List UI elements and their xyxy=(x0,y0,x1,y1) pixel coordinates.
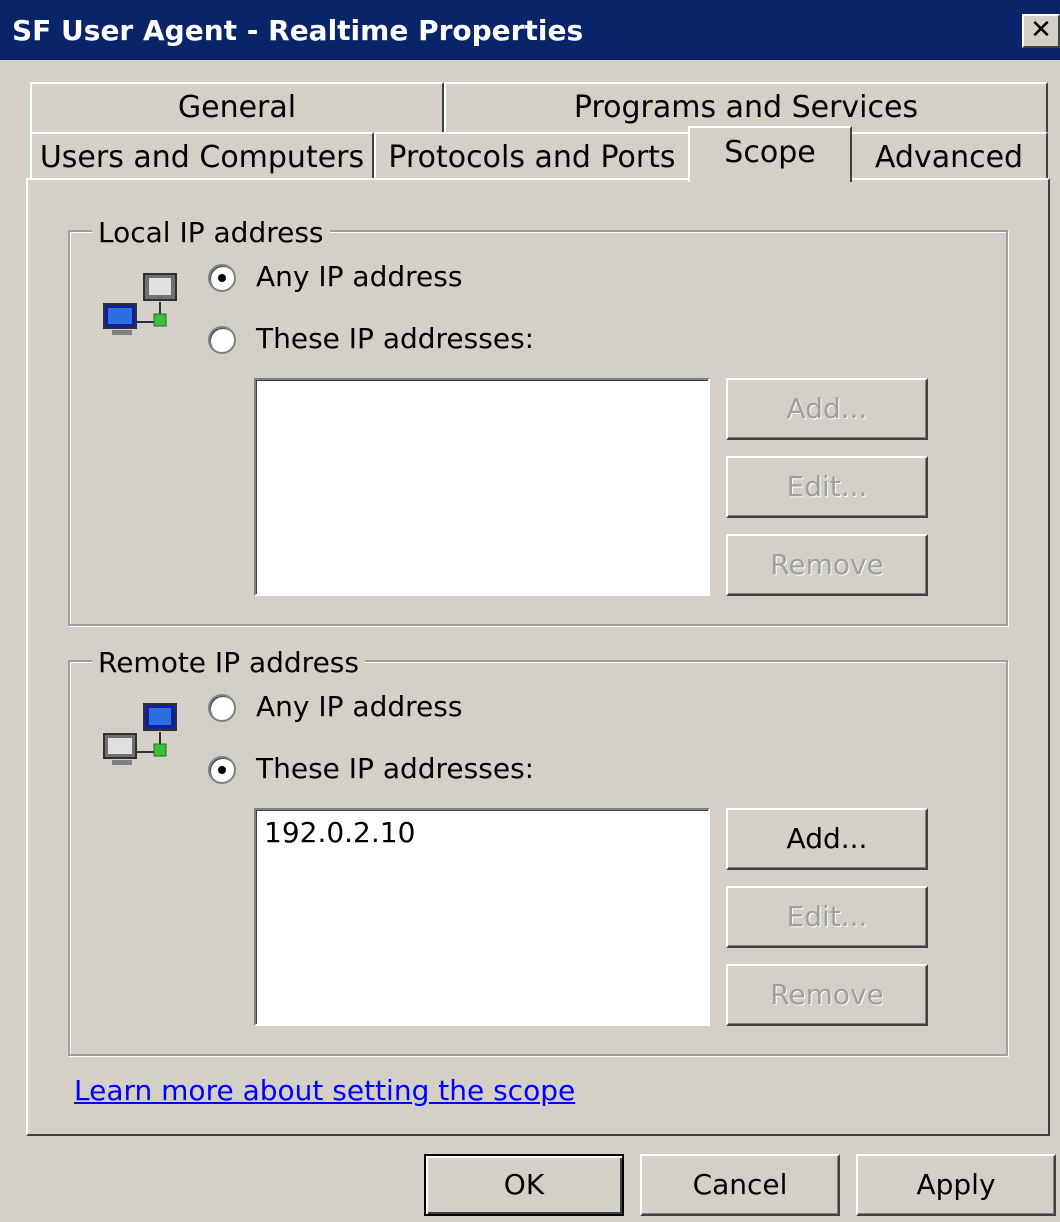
list-item[interactable]: 192.0.2.10 xyxy=(264,816,415,849)
remote-these-ip-label[interactable]: These IP addresses: xyxy=(256,752,534,785)
local-add-button[interactable]: Add... xyxy=(726,378,928,440)
local-edit-button[interactable]: Edit... xyxy=(726,456,928,518)
network-computers-icon xyxy=(103,703,177,765)
tab-users-label: Users and Computers xyxy=(39,140,365,175)
tab-programs-label: Programs and Services xyxy=(573,90,919,125)
tab-general[interactable]: General xyxy=(30,82,444,132)
network-computers-icon xyxy=(103,273,177,335)
remote-any-ip-radio[interactable] xyxy=(208,694,236,722)
cancel-button[interactable]: Cancel xyxy=(640,1154,840,1216)
tab-advanced-label: Advanced xyxy=(874,140,1024,175)
local-any-ip-radio[interactable] xyxy=(208,264,236,292)
close-icon: ✕ xyxy=(1030,15,1052,45)
local-any-ip-label[interactable]: Any IP address xyxy=(256,260,462,293)
remote-edit-button[interactable]: Edit... xyxy=(726,886,928,948)
radio-selected-dot xyxy=(218,766,226,774)
remote-add-button[interactable]: Add... xyxy=(726,808,928,870)
local-ip-group-label: Local IP address xyxy=(92,216,330,249)
tab-advanced[interactable]: Advanced xyxy=(850,132,1048,180)
radio-selected-dot xyxy=(218,274,226,282)
tab-scope[interactable]: Scope xyxy=(688,126,852,182)
remote-these-ip-radio[interactable] xyxy=(208,756,236,784)
remote-any-ip-label[interactable]: Any IP address xyxy=(256,690,462,723)
local-remove-button[interactable]: Remove xyxy=(726,534,928,596)
remote-remove-button[interactable]: Remove xyxy=(726,964,928,1026)
ok-button[interactable]: OK xyxy=(424,1154,624,1216)
tab-protocols-label: Protocols and Ports xyxy=(388,140,676,175)
tab-scope-label: Scope xyxy=(724,135,816,170)
close-button[interactable]: ✕ xyxy=(1022,14,1060,48)
tab-general-label: General xyxy=(177,90,297,125)
tab-protocols-and-ports[interactable]: Protocols and Ports xyxy=(374,132,690,180)
tab-users-and-computers[interactable]: Users and Computers xyxy=(30,132,374,180)
title-bar: SF User Agent - Realtime Properties ✕ xyxy=(0,0,1060,60)
apply-button[interactable]: Apply xyxy=(856,1154,1056,1216)
tab-programs-and-services[interactable]: Programs and Services xyxy=(444,82,1048,132)
local-these-ip-radio[interactable] xyxy=(208,326,236,354)
window-title: SF User Agent - Realtime Properties xyxy=(12,14,584,47)
local-ip-list[interactable] xyxy=(254,378,710,596)
local-these-ip-label[interactable]: These IP addresses: xyxy=(256,322,534,355)
learn-more-link[interactable]: Learn more about setting the scope xyxy=(74,1074,575,1107)
remote-ip-group-label: Remote IP address xyxy=(92,646,365,679)
remote-ip-list[interactable]: 192.0.2.10 xyxy=(254,808,710,1026)
